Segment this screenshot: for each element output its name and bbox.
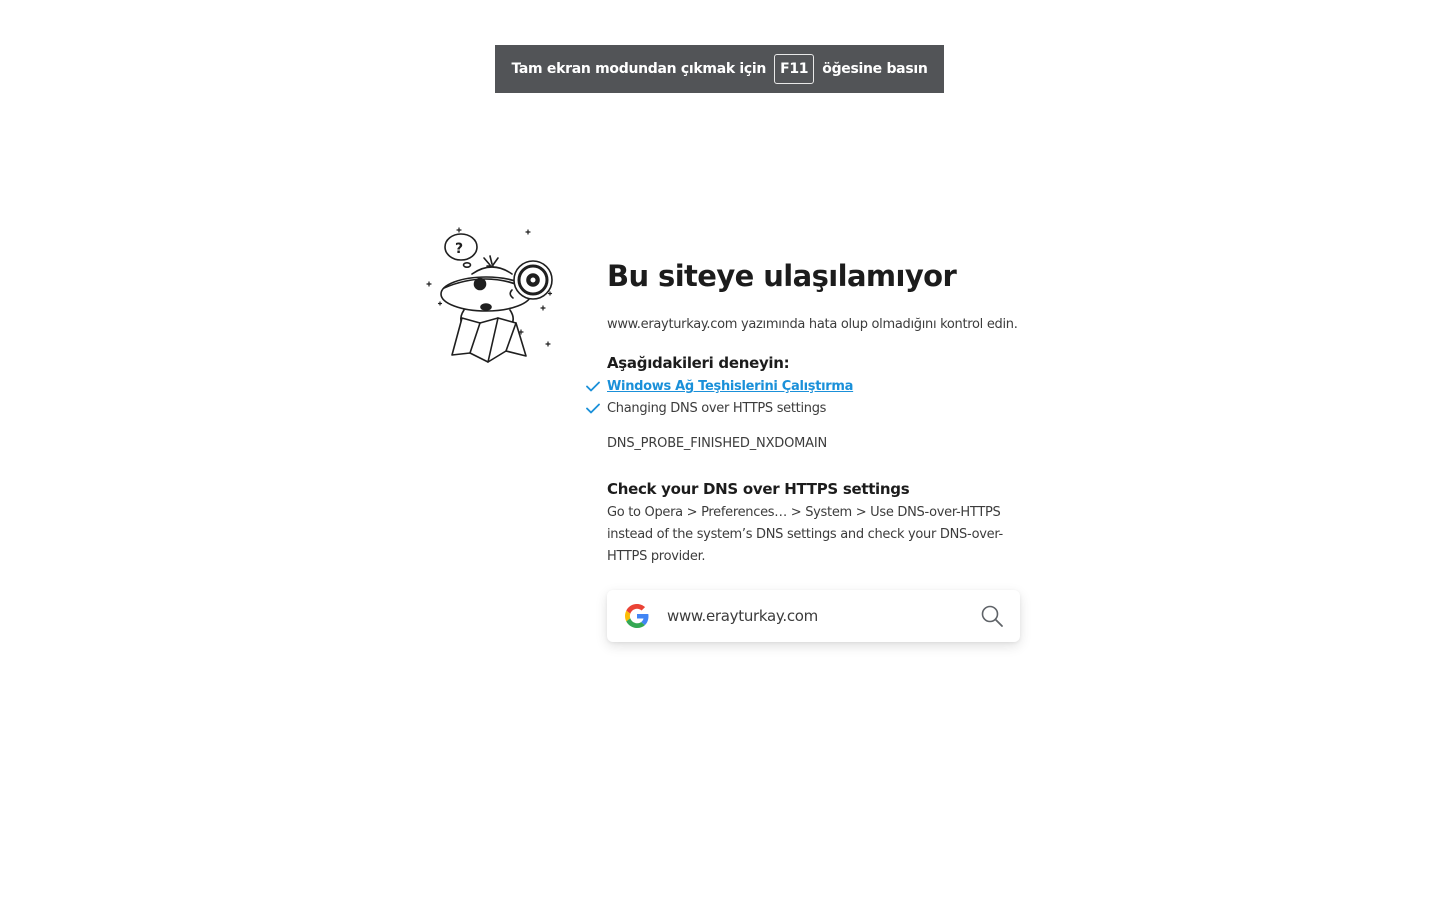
try-heading: Aşağıdakileri deneyin:: [607, 354, 790, 372]
spelling-hint: www.erayturkay.com yazımında hata olup o…: [607, 317, 1018, 332]
error-content: Bu siteye ulaşılamıyor www.erayturkay.co…: [586, 256, 1027, 568]
f11-key-badge: F11: [774, 54, 815, 84]
page-title: Bu siteye ulaşılamıyor: [607, 259, 957, 293]
fullscreen-exit-banner: Tam ekran modundan çıkmak için F11 öğesi…: [495, 45, 944, 93]
banner-text-after: öğesine basın: [822, 61, 928, 77]
dns-heading: Check your DNS over HTTPS settings: [607, 480, 910, 498]
dns-settings-suggestion: Changing DNS over HTTPS settings: [607, 401, 827, 416]
suggestion-list: Windows Ağ Teşhislerini Çalıştırma Chang…: [586, 376, 1027, 420]
list-item: Windows Ağ Teşhislerini Çalıştırma: [586, 376, 1027, 398]
error-code: DNS_PROBE_FINISHED_NXDOMAIN: [607, 436, 827, 451]
banner-text-before: Tam ekran modundan çıkmak için: [511, 61, 767, 77]
list-item: Changing DNS over HTTPS settings: [586, 398, 1027, 420]
search-input[interactable]: [667, 604, 967, 628]
lost-astronaut-illustration: ?: [420, 222, 565, 367]
google-search-box: [607, 590, 1020, 642]
checkmark-icon: [586, 381, 600, 392]
google-icon: [625, 604, 649, 628]
checkmark-icon: [586, 403, 600, 414]
dns-instructions: Go to Opera > Preferences… > System > Us…: [607, 505, 1003, 564]
run-network-diagnostics-link[interactable]: Windows Ağ Teşhislerini Çalıştırma: [607, 379, 853, 394]
svg-text:?: ?: [455, 241, 463, 257]
search-icon[interactable]: [980, 604, 1004, 628]
